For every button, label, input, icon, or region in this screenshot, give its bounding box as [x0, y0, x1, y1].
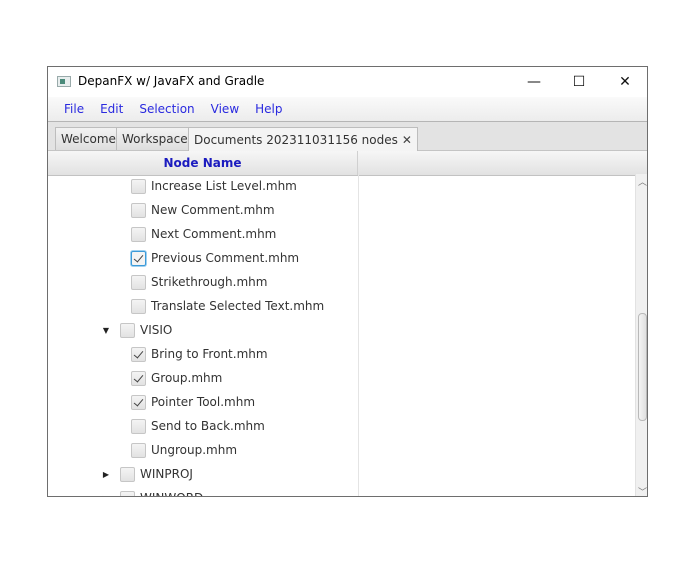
- scroll-down-icon[interactable]: ﹀: [636, 485, 647, 496]
- tree-row[interactable]: Increase List Level.mhm: [131, 174, 297, 198]
- menu-selection[interactable]: Selection: [131, 102, 202, 116]
- tree-row[interactable]: Send to Back.mhm: [131, 414, 265, 438]
- vertical-scrollbar[interactable]: ︿ ﹀: [635, 174, 647, 496]
- tree-row[interactable]: Strikethrough.mhm: [131, 270, 267, 294]
- tab-documents[interactable]: Documents 202311031156 nodes ✕: [188, 127, 418, 151]
- column-divider: [358, 174, 359, 496]
- tree-row[interactable]: Pointer Tool.mhm: [131, 390, 255, 414]
- tab-close-icon[interactable]: ✕: [402, 133, 412, 147]
- checkbox[interactable]: [131, 442, 146, 458]
- checkbox[interactable]: [131, 226, 146, 242]
- checkbox-checked[interactable]: [131, 394, 146, 410]
- menu-bar: File Edit Selection View Help: [48, 97, 647, 122]
- menu-file[interactable]: File: [56, 102, 92, 116]
- window-title: DepanFX w/ JavaFX and Gradle: [78, 74, 265, 88]
- scrollbar-thumb[interactable]: [638, 313, 647, 421]
- checkbox[interactable]: [120, 490, 135, 496]
- tree-row[interactable]: Next Comment.mhm: [131, 222, 276, 246]
- tree-row[interactable]: Previous Comment.mhm: [131, 246, 299, 270]
- row-label: WINPROJ: [140, 467, 193, 481]
- row-label: WINWORD: [140, 491, 203, 496]
- tree-group-row[interactable]: ▶ WINWORD: [100, 486, 203, 497]
- row-label: Group.mhm: [151, 371, 223, 385]
- menu-view[interactable]: View: [203, 102, 247, 116]
- row-label: Translate Selected Text.mhm: [151, 299, 325, 313]
- row-label: Send to Back.mhm: [151, 419, 265, 433]
- tree-group-row[interactable]: ▶ WINPROJ: [100, 462, 193, 486]
- row-label: Next Comment.mhm: [151, 227, 277, 241]
- row-label: Pointer Tool.mhm: [151, 395, 256, 409]
- tree-group-row[interactable]: ▼ VISIO: [100, 318, 172, 342]
- row-label: Bring to Front.mhm: [151, 347, 268, 361]
- checkbox-checked[interactable]: [131, 370, 146, 386]
- checkbox[interactable]: [131, 202, 146, 218]
- checkbox[interactable]: [131, 178, 146, 194]
- expand-arrow-right-icon[interactable]: ▶: [100, 494, 112, 497]
- menu-help[interactable]: Help: [247, 102, 290, 116]
- expand-arrow-down-icon[interactable]: ▼: [100, 326, 112, 335]
- checkbox[interactable]: [131, 274, 146, 290]
- tab-label: Workspace: [122, 132, 188, 146]
- tree-row[interactable]: Group.mhm: [131, 366, 222, 390]
- minimize-button[interactable]: —: [511, 67, 557, 97]
- tree-row[interactable]: Bring to Front.mhm: [131, 342, 268, 366]
- tree-row[interactable]: Ungroup.mhm: [131, 438, 237, 462]
- scroll-up-icon[interactable]: ︿: [636, 175, 647, 188]
- row-label: Increase List Level.mhm: [151, 179, 297, 193]
- row-label: Strikethrough.mhm: [151, 275, 268, 289]
- title-bar: DepanFX w/ JavaFX and Gradle — ☐ ✕: [48, 67, 647, 97]
- close-button[interactable]: ✕: [602, 67, 647, 97]
- app-icon: [57, 76, 71, 87]
- maximize-button[interactable]: ☐: [556, 67, 602, 97]
- tab-bar: Welcome Workspace Documents 202311031156…: [48, 122, 647, 151]
- tab-workspace[interactable]: Workspace: [116, 127, 194, 150]
- checkbox-checked[interactable]: [131, 250, 146, 266]
- checkbox-checked[interactable]: [131, 346, 146, 362]
- tree-row[interactable]: New Comment.mhm: [131, 198, 275, 222]
- checkbox[interactable]: [120, 466, 135, 482]
- expand-arrow-right-icon[interactable]: ▶: [100, 470, 112, 479]
- tab-welcome[interactable]: Welcome: [55, 127, 122, 150]
- checkbox[interactable]: [131, 298, 146, 314]
- row-label: New Comment.mhm: [151, 203, 275, 217]
- checkbox[interactable]: [120, 322, 135, 338]
- table-header: Node Name: [48, 151, 647, 176]
- checkbox[interactable]: [131, 418, 146, 434]
- tab-label: Welcome: [61, 132, 116, 146]
- column-header-node-name[interactable]: Node Name: [48, 151, 358, 175]
- tree-row[interactable]: Translate Selected Text.mhm: [131, 294, 324, 318]
- row-label: VISIO: [140, 323, 173, 337]
- row-label: Ungroup.mhm: [151, 443, 238, 457]
- tree-table: Increase List Level.mhm New Comment.mhm Ne…: [48, 174, 647, 497]
- row-label: Previous Comment.mhm: [151, 251, 300, 265]
- app-window: DepanFX w/ JavaFX and Gradle — ☐ ✕ File …: [47, 66, 648, 497]
- menu-edit[interactable]: Edit: [92, 102, 131, 116]
- tab-label: Documents 202311031156 nodes: [194, 132, 398, 147]
